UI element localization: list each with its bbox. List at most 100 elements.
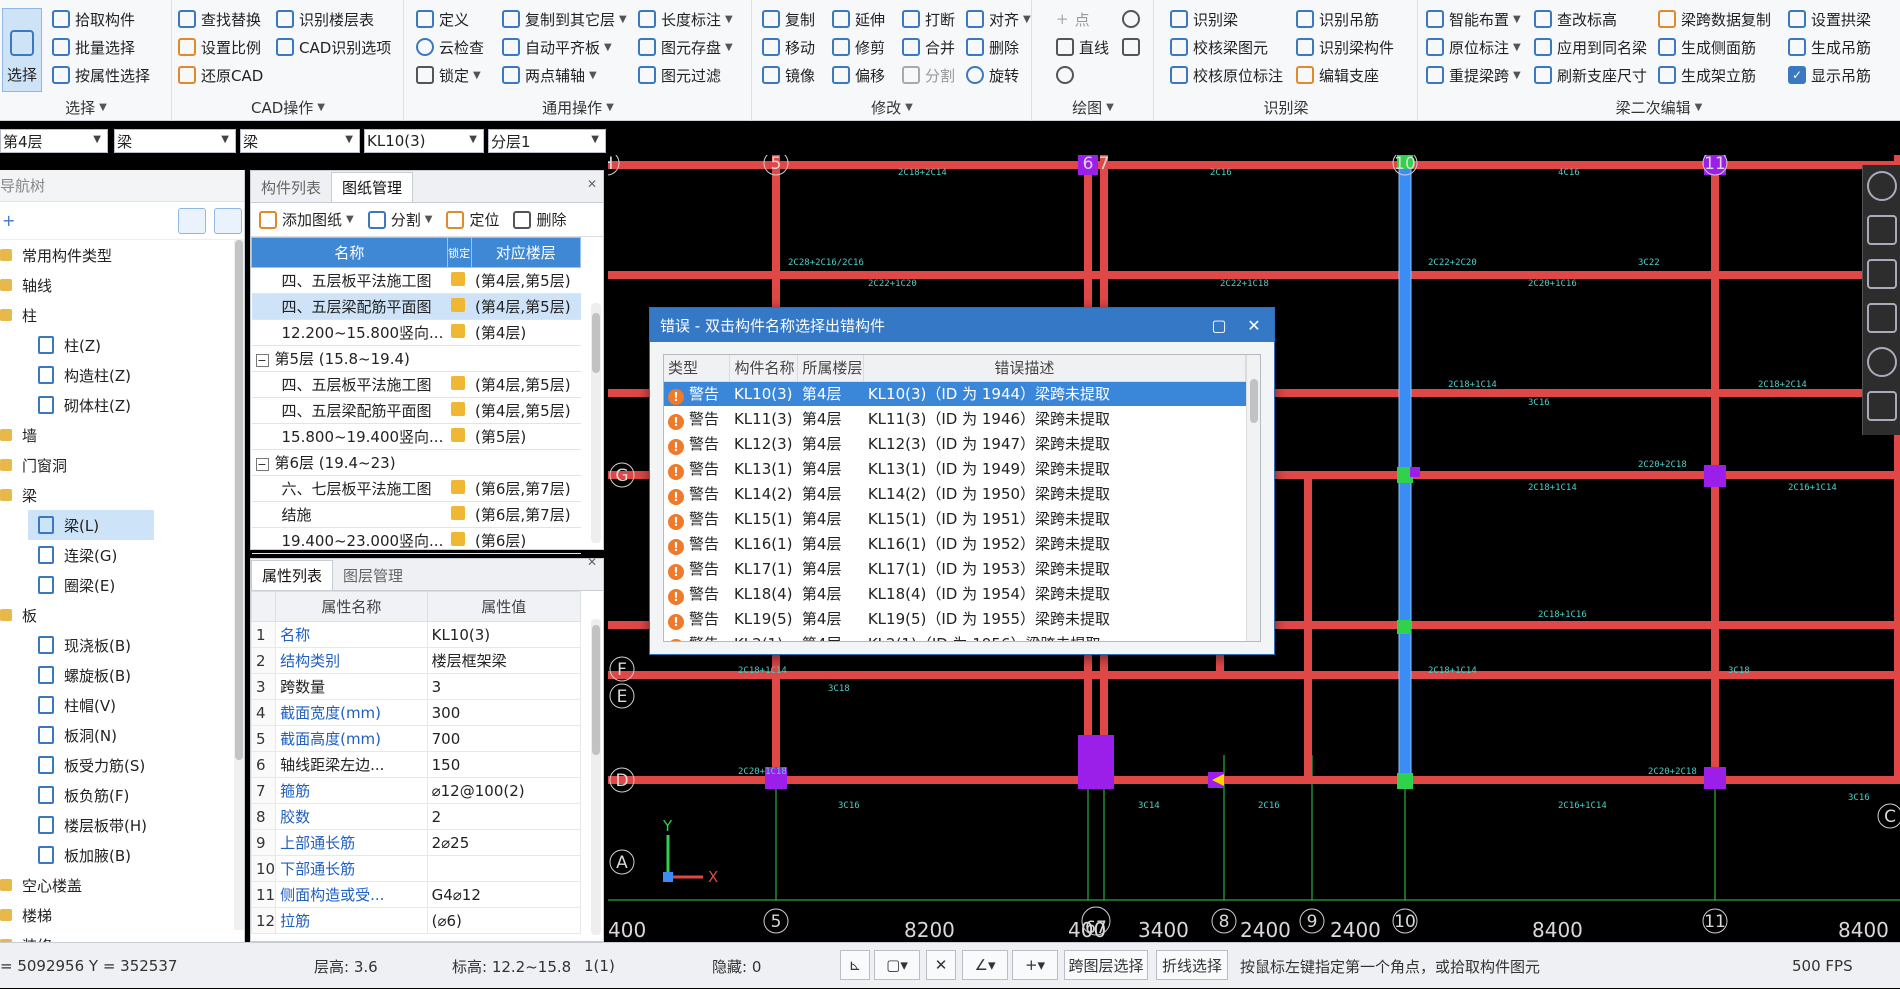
property-row[interactable]: 8 胶数 2 (250, 803, 582, 830)
merge-button[interactable]: 合并 (902, 34, 955, 60)
property-scrollbar[interactable] (591, 619, 601, 935)
extend-button[interactable]: 延伸 (832, 6, 885, 32)
unlock-icon[interactable] (451, 479, 466, 494)
generate-hanger-button[interactable]: 生成吊筋 (1788, 34, 1871, 60)
drawing-name-cell[interactable]: 四、五层板平法施工图 (251, 371, 448, 398)
error-row[interactable]: ! 警告 KL18(4) 第4层 KL18(4)（ID 为 1954）梁跨未提取 (664, 581, 1246, 606)
polyline-select-button[interactable]: 折线选择 (1156, 950, 1228, 980)
column[interactable] (1704, 767, 1726, 789)
error-component-name[interactable]: KL13(1) (730, 456, 798, 481)
box-view-icon[interactable] (1867, 303, 1897, 333)
drawing-name-cell[interactable]: 15.800~19.400竖向... (251, 423, 448, 450)
property-value[interactable]: G4⌀12 (426, 881, 582, 908)
unlock-icon[interactable] (451, 271, 466, 286)
two-point-axis-button[interactable]: 两点辅轴 ▼ (502, 62, 597, 88)
delete-button[interactable]: 删除 (966, 34, 1019, 60)
define-button[interactable]: 定义 (416, 6, 469, 32)
drawing-name-cell[interactable]: − 第5层 (15.8~19.4) (251, 345, 581, 372)
nav-tree-item[interactable]: 轴线 (0, 270, 236, 300)
drawing-name-cell[interactable]: 12.200~15.800竖向... (251, 319, 448, 346)
tab-property-list[interactable]: 属性列表 (251, 560, 334, 590)
edit-support-button[interactable]: 编辑支座 (1296, 62, 1379, 88)
property-value[interactable]: 150 (426, 751, 582, 778)
collapse-icon[interactable]: − (255, 354, 269, 367)
in-situ-annotation-button[interactable]: 原位标注 ▼ (1426, 34, 1521, 60)
support-point[interactable] (1397, 620, 1411, 634)
column[interactable] (1078, 735, 1114, 789)
copy-button[interactable]: 复制 (762, 6, 815, 32)
identify-beam-component-button[interactable]: 识别梁构件 (1296, 34, 1394, 60)
nav-tree-item[interactable]: 螺旋板(B) (0, 660, 236, 690)
trim-button[interactable]: 修剪 (832, 34, 885, 60)
smart-layout-button[interactable]: 智能布置 ▼ (1426, 6, 1521, 32)
view-3d-icon[interactable] (1867, 215, 1897, 245)
nav-tree-item[interactable]: 构造柱(Z) (0, 360, 236, 390)
break-button[interactable]: 打断 (902, 6, 955, 32)
error-row[interactable]: ! 警告 KL12(3) 第4层 KL12(3)（ID 为 1947）梁跨未提取 (664, 431, 1246, 456)
support-point[interactable] (1397, 773, 1413, 789)
identify-hanger-button[interactable]: 识别吊筋 (1296, 6, 1379, 32)
dialog-scrollbar[interactable] (1246, 355, 1260, 641)
set-arch-beam-button[interactable]: 设置拱梁 (1788, 6, 1871, 32)
select-by-attribute-button[interactable]: 按属性选择 (52, 62, 150, 88)
copy-to-floor-button[interactable]: 复制到其它层 ▼ (502, 6, 627, 32)
set-scale-button[interactable]: 设置比例 (178, 34, 261, 60)
grid-view-icon[interactable] (214, 208, 242, 234)
drawing-name-cell[interactable]: 六、七层板平法施工图 (251, 475, 448, 502)
property-value[interactable]: 300 (426, 699, 582, 726)
find-replace-button[interactable]: 查找替换 (178, 6, 261, 32)
category-select[interactable]: 梁 ▼ (114, 129, 236, 153)
error-row[interactable]: ! 警告 KL16(1) 第4层 KL16(1)（ID 为 1952）梁跨未提取 (664, 531, 1246, 556)
tab-layer-management[interactable]: 图层管理 (333, 560, 413, 590)
cube-view-icon[interactable] (1867, 259, 1897, 289)
drawing-lock-cell[interactable] (447, 319, 471, 346)
property-row[interactable]: 4 截面宽度(mm) 300 (250, 699, 582, 726)
component-select[interactable]: KL10(3) ▼ (364, 129, 484, 153)
group-label-beam-edit[interactable]: 梁二次编辑 ▼ (1418, 96, 1900, 118)
snap-toggle[interactable]: ▢▾ (874, 950, 920, 980)
nav-tree-item[interactable]: 墙 (0, 420, 236, 450)
property-value[interactable]: 2 (426, 803, 582, 830)
nav-tree-item[interactable]: 梁 (0, 480, 236, 510)
nav-tree-item[interactable]: 楼层板带(H) (0, 810, 236, 840)
scroll-thumb[interactable] (592, 625, 600, 755)
nav-tree-item[interactable]: 板受力筋(S) (0, 750, 236, 780)
group-label-select[interactable]: 选择 ▼ (0, 96, 172, 118)
unlock-icon[interactable] (451, 427, 466, 442)
drawing-lock-cell[interactable] (447, 397, 471, 424)
drawing-group-row[interactable]: − 第5层 (15.8~19.4) (251, 345, 581, 372)
nav-tree-item[interactable]: 砌体柱(Z) (0, 390, 236, 420)
error-component-name[interactable]: KL10(3) (729, 381, 798, 406)
layer-select[interactable]: 分层1 ▼ (488, 129, 606, 153)
show-hanger-checkbox[interactable]: ✓ 显示吊筋 (1788, 62, 1871, 88)
arc-tool-button[interactable] (1056, 62, 1079, 88)
drawing-row[interactable]: 四、五层梁配筋平面图 (第4层,第5层) (251, 397, 581, 424)
scroll-thumb[interactable] (592, 313, 600, 373)
nav-tree-item[interactable]: 板 (0, 600, 236, 630)
nav-tree-item[interactable]: 板洞(N) (0, 720, 236, 750)
property-value[interactable]: 700 (426, 725, 582, 752)
property-value[interactable]: ⌀12@100(2) (426, 777, 582, 804)
split-drawing-button[interactable]: 分割 ▼ (367, 209, 432, 230)
nav-tree-item[interactable]: 圈梁(E) (0, 570, 236, 600)
column[interactable] (1704, 465, 1726, 487)
drawing-lock-cell[interactable] (447, 423, 471, 450)
check-beam-button[interactable]: 校核梁图元 (1170, 34, 1268, 60)
angle-toggle[interactable]: ∠▾ (962, 950, 1008, 980)
delete-drawing-button[interactable]: 删除 (513, 209, 566, 230)
ortho-toggle[interactable]: ⊾ (840, 950, 870, 980)
generate-side-bar-button[interactable]: 生成侧面筋 (1658, 34, 1756, 60)
error-component-name[interactable]: KL19(5) (730, 606, 798, 631)
check-elevation-button[interactable]: 查改标高 (1534, 6, 1617, 32)
mirror-button[interactable]: 镜像 (762, 62, 815, 88)
offset-toggle[interactable]: +▾ (1012, 950, 1058, 980)
add-drawing-button[interactable]: 添加图纸 ▼ (259, 209, 354, 230)
error-row[interactable]: ! 警告 KL15(1) 第4层 KL15(1)（ID 为 1951）梁跨未提取 (664, 506, 1246, 531)
rotate-view-icon[interactable] (1867, 347, 1897, 377)
property-row[interactable]: 1 名称 KL10(3) (250, 621, 582, 648)
drawing-row[interactable]: 15.800~19.400竖向... (第5层) (251, 423, 581, 450)
drawing-name-cell[interactable]: 四、五层板平法施工图 (251, 267, 448, 294)
scroll-thumb[interactable] (1250, 379, 1258, 423)
error-component-name[interactable]: KL12(3) (730, 431, 798, 456)
property-value[interactable]: 2⌀25 (426, 829, 582, 856)
